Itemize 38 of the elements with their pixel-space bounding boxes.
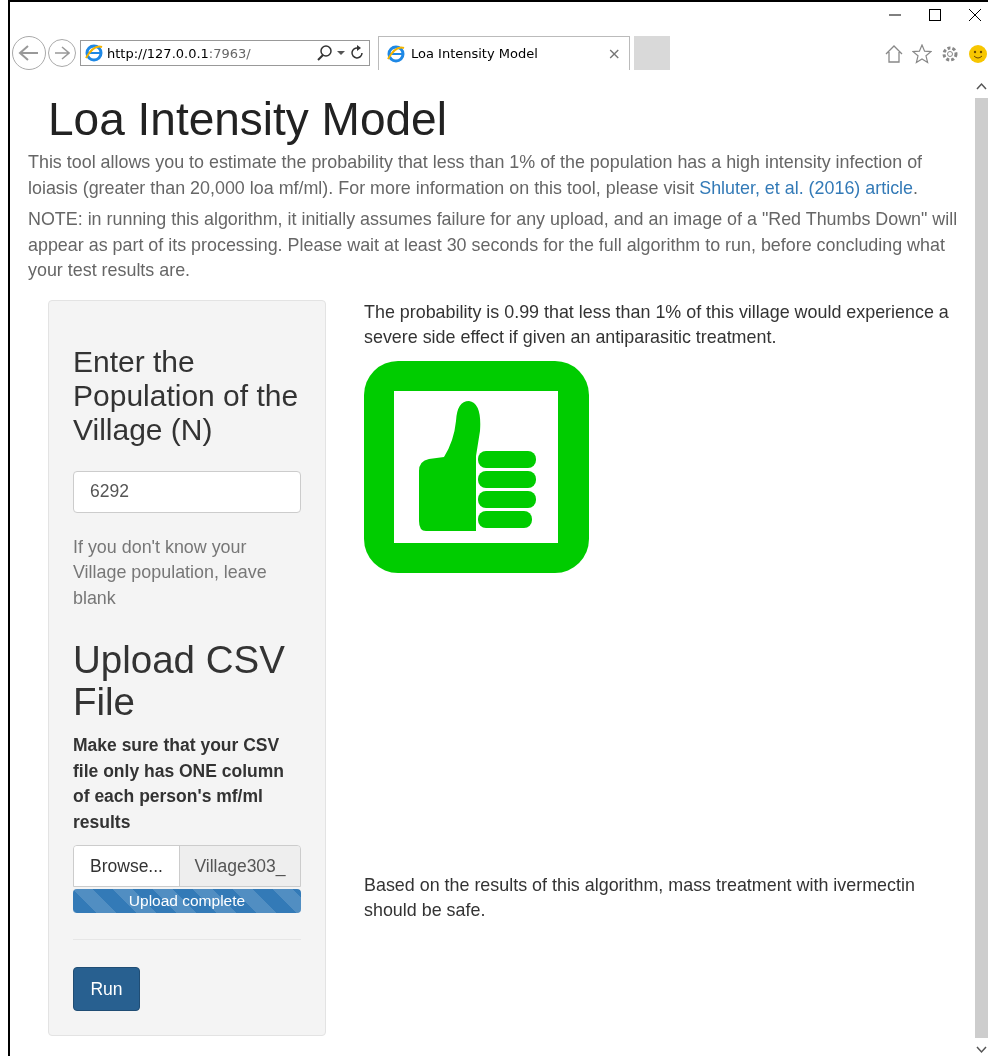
file-input[interactable]: Browse... Village303_ [73,845,301,887]
help-text: If you don't know your Village population, leave blank [73,535,268,610]
section-heading: Enter the Population of the Village (N) [73,344,300,447]
note-paragraph: NOTE: in running this algorithm, it initially assumes failure for any upload, and an image of a "Red Thumbs Down" will appear as part of its processing. Please wait at least 30 seconds for the full algorithm to run, before concluding what your test results are. [28,208,958,282]
close-icon[interactable] [968,8,982,22]
tab-close-button[interactable]: × [607,44,621,63]
smiley-icon[interactable] [968,44,988,64]
star-icon[interactable] [912,44,932,64]
conclusion-text: Based on the results of this algorithm, mass treatment with ivermectin should be safe. [364,873,916,922]
tab-title: Loa Intensity Model [411,46,539,61]
browser-tab[interactable]: Loa Intensity Model × [378,36,630,70]
maximize-icon[interactable] [928,8,942,22]
result-text: The probability is 0.99 that less than 1% of this village would experience a severe side effect if given an antiparasitic treatment. [364,300,950,349]
intro-paragraph: This tool allows you to estimate the probability that less than 1% of the population has a high intensity infection of loiasis (greater than 20,000 loa mf/ml). For more information on this tool, please visit Shluter, et al. (2016) article. [28,151,924,200]
url-text: http://127.0.0.1:7963/ [107,45,252,61]
back-arrow-icon [18,44,40,62]
file-name: Village303_ [180,846,300,886]
progress-fill: Upload complete [73,889,301,913]
upload-instructions: Make sure that your CSV file only has ONE column of each person's mf/ml results [73,734,285,834]
article-link[interactable]: Shluter, et al. (2016) article [699,177,913,198]
browse-button[interactable]: Browse... [74,846,180,886]
population-field[interactable]: 6292 [73,470,301,513]
scroll-up-icon[interactable] [975,80,988,92]
section-heading: Upload CSV File [73,639,286,723]
home-icon[interactable] [884,44,904,64]
page-title: Loa Intensity Model [48,94,448,144]
run-button[interactable]: Run [73,967,140,1011]
scrollbar[interactable] [975,80,988,1056]
thumbs-up-icon [364,360,589,573]
refresh-icon[interactable] [349,45,365,61]
dropdown-caret-icon[interactable] [337,50,345,56]
search-icon[interactable] [317,45,333,61]
browser-logo-icon [387,44,405,63]
scroll-down-icon[interactable] [975,1044,988,1056]
browser-logo-icon [85,44,103,62]
settings-icon[interactable] [940,44,960,64]
forward-arrow-icon [54,46,70,60]
address-bar[interactable]: http://127.0.0.1:7963/ [80,40,370,66]
